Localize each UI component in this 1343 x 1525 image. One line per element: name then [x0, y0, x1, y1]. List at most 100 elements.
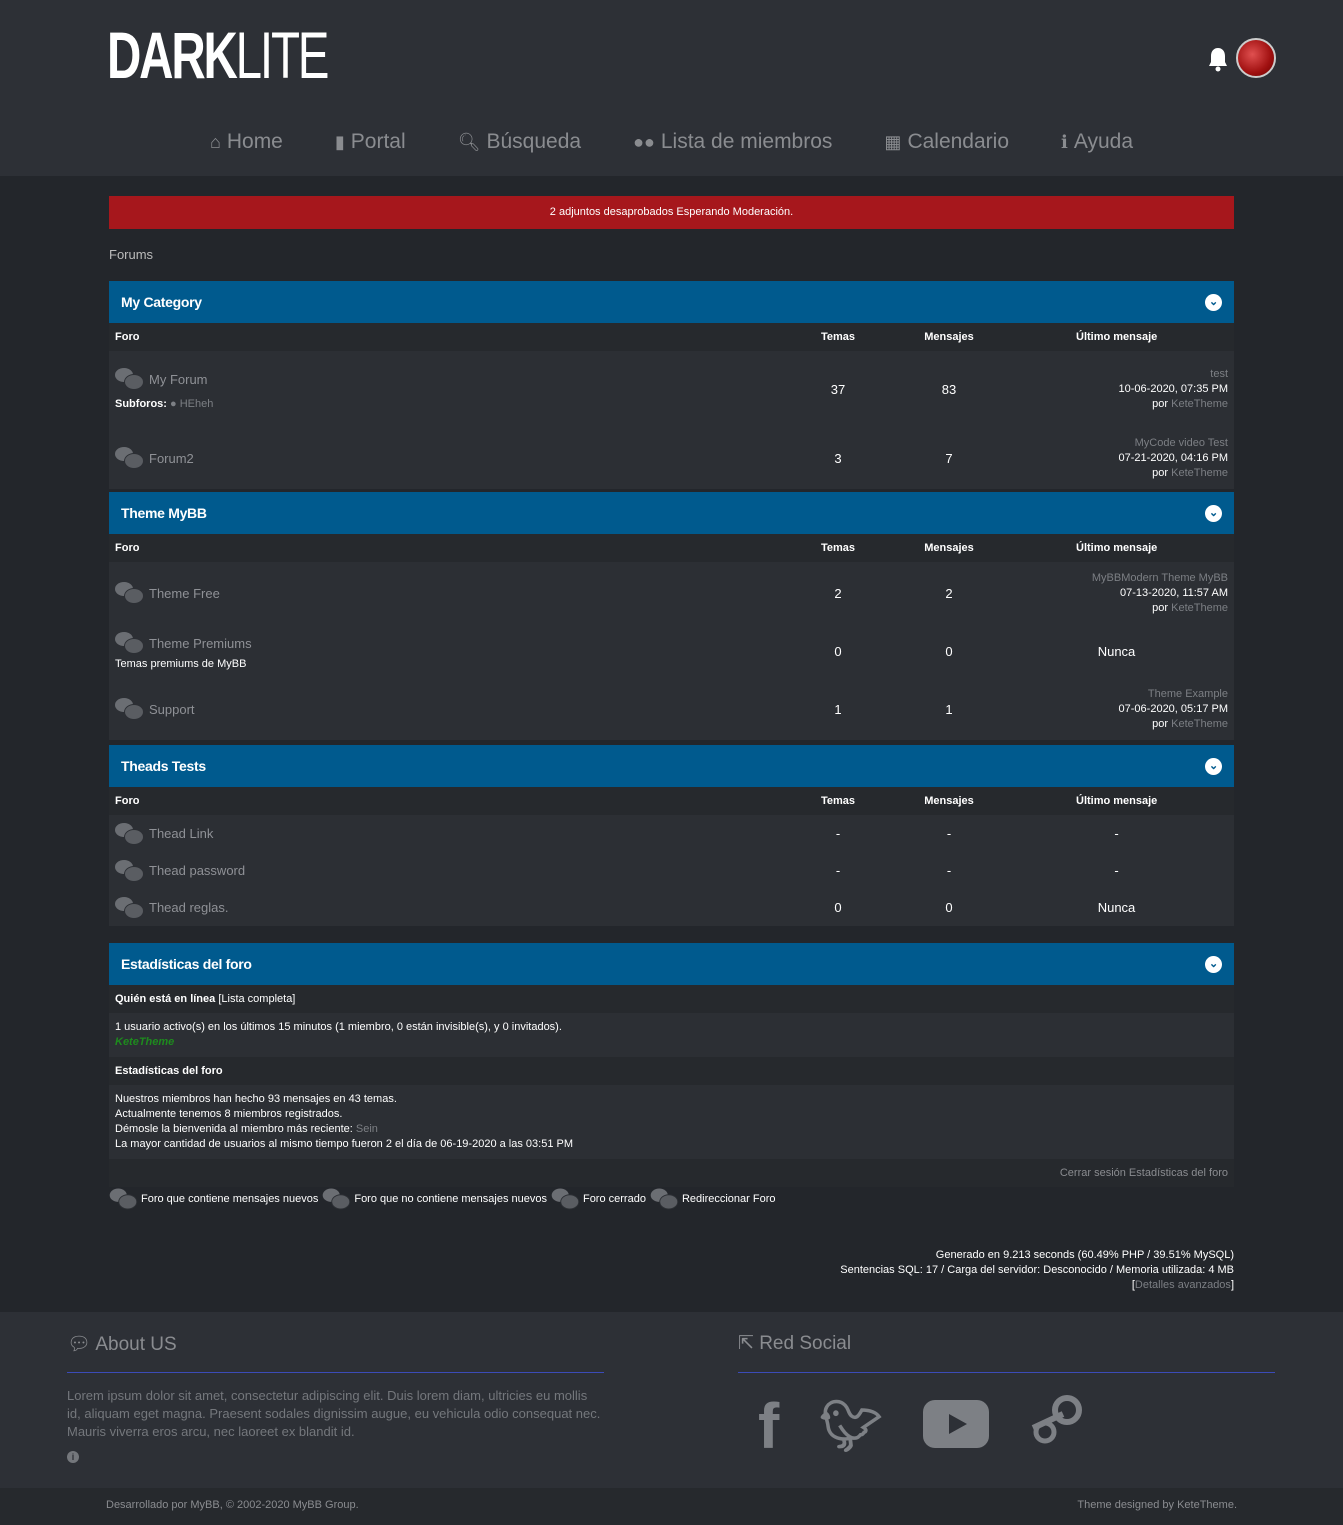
subforums: Subforos: ● HEheh — [115, 398, 783, 410]
theme-credit[interactable]: Theme designed by KeteTheme. — [1077, 1499, 1237, 1511]
last-post-date: 07-21-2020, 04:16 PM — [1118, 451, 1228, 464]
forum-description: Temas premiums de MyBB — [115, 658, 247, 670]
collapse-icon[interactable]: ⌄ — [1205, 758, 1222, 775]
forum-title: Thead reglas. — [115, 896, 783, 919]
debug-line: Generado en 9.213 seconds (60.49% PHP / … — [935, 1249, 1234, 1261]
online-user[interactable]: KeteTheme — [115, 1035, 1228, 1050]
last-post-none: Nunca — [1097, 643, 1136, 659]
category-title[interactable]: Theads Tests — [121, 758, 206, 774]
forum-row: Support 1 1 Theme Example 07-06-2020, 05:17 … — [109, 678, 1234, 740]
social-section: ⇱ Red Social f 🐦︎ — [738, 1332, 1275, 1461]
legend-label: Foro que contiene mensajes nuevos — [141, 1193, 319, 1205]
by-label: por — [1152, 466, 1169, 479]
forum-name[interactable]: Thead Link — [149, 826, 213, 841]
facebook-icon[interactable]: f — [758, 1391, 779, 1461]
main-nav: ⌂ Home ▮ Portal 🔍︎ Búsqueda ●● Lista de miem… — [0, 130, 1343, 154]
newest-member-link[interactable]: Sein — [356, 1123, 378, 1135]
online-list-link[interactable]: [Lista completa] — [218, 993, 295, 1005]
info-icon[interactable]: i — [67, 1451, 79, 1463]
category-title[interactable]: My Category — [121, 294, 202, 310]
forum-name[interactable]: Support — [149, 702, 195, 717]
collapse-icon[interactable]: ⌄ — [1205, 956, 1222, 973]
subforum-link[interactable]: ● HEheh — [170, 398, 213, 410]
alert-text: 2 adjuntos desaprobados — [549, 206, 677, 218]
forum-title: Forum2 — [115, 447, 783, 469]
last-post-date: 10-06-2020, 07:35 PM — [1118, 382, 1228, 395]
logo[interactable]: DARKLITE — [107, 22, 330, 88]
youtube-icon[interactable] — [922, 1391, 989, 1461]
legend-label: Redireccionar Foro — [681, 1193, 776, 1205]
twitter-icon[interactable]: 🐦︎ — [819, 1391, 882, 1461]
collapse-icon[interactable]: ⌄ — [1205, 294, 1222, 311]
forum-topics: 3 — [834, 450, 842, 466]
advanced-details-link[interactable]: Detalles avanzados — [1135, 1279, 1231, 1291]
mybb-credit[interactable]: Desarrollado por MyBB, © 2002-2020 MyBB … — [106, 1499, 359, 1511]
bell-icon[interactable] — [1207, 46, 1229, 72]
forum-posts: - — [946, 863, 952, 878]
nav-portal[interactable]: ▮ Portal — [335, 130, 406, 154]
comment-icon: 💬︎ — [67, 1334, 92, 1355]
forum-name[interactable]: Thead reglas. — [149, 900, 229, 915]
by-label: por — [1152, 397, 1169, 410]
forum-name[interactable]: Theme Free — [149, 586, 220, 601]
moderation-alert[interactable]: 2 adjuntos desaprobados Esperando Modera… — [109, 196, 1234, 229]
forum-posts: 7 — [945, 450, 953, 466]
forum-name[interactable]: Thead password — [149, 863, 245, 878]
new-posts-icon — [109, 1188, 138, 1210]
category-section: My Category ⌄ Foro Temas Mensajes Último men… — [109, 281, 1234, 489]
credits-bar: Desarrollado por MyBB, © 2002-2020 MyBB … — [0, 1488, 1343, 1525]
category-title: Estadísticas del foro — [121, 956, 252, 972]
category-title[interactable]: Theme MyBB — [121, 505, 207, 521]
last-post-date: 07-13-2020, 11:57 AM — [1119, 586, 1228, 599]
nav-help[interactable]: ℹ Ayuda — [1061, 130, 1133, 154]
forum-topics: 37 — [830, 381, 846, 397]
nav-label: Ayuda — [1073, 130, 1134, 153]
about-text: Lorem ipsum dolor sit amet, consectetur … — [67, 1388, 601, 1439]
last-post-user[interactable]: KeteTheme — [1171, 398, 1228, 410]
last-post-title[interactable]: MyBBModern Theme MyBB — [1005, 571, 1228, 586]
search-icon: 🔍︎ — [457, 131, 481, 152]
col-last: Último mensaje — [1076, 331, 1158, 343]
nav-home[interactable]: ⌂ Home — [210, 130, 283, 154]
forum-posts: 1 — [945, 701, 953, 717]
category-section: Theme MyBB ⌄ Foro Temas Mensajes Último mens… — [109, 492, 1234, 740]
last-post: test 10-06-2020, 07:35 PM por KeteTheme — [1005, 367, 1234, 412]
steam-icon[interactable] — [1029, 1391, 1085, 1461]
category-header: Estadísticas del foro ⌄ — [109, 943, 1234, 985]
last-post-title[interactable]: test — [1005, 367, 1228, 382]
about-title: 💬︎ About US — [67, 1332, 604, 1373]
stats-line: Démosle la bienvenida al miembro más rec… — [115, 1122, 1228, 1137]
legend-label: Foro que no contiene mensajes nuevos — [354, 1193, 547, 1205]
last-post-title[interactable]: MyCode video Test — [1005, 436, 1228, 451]
col-topics: Temas — [820, 795, 856, 807]
col-last: Último mensaje — [1076, 542, 1158, 554]
category-header: My Category ⌄ — [109, 281, 1234, 323]
legend-label: Foro cerrado — [582, 1193, 646, 1205]
forum-row: Thead reglas. 0 0 Nunca — [109, 889, 1234, 926]
forum-topics: - — [835, 863, 841, 878]
collapse-icon[interactable]: ⌄ — [1205, 505, 1222, 522]
nav-calendar[interactable]: ▦ Calendario — [884, 130, 1009, 154]
forum-posts: - — [946, 826, 952, 841]
breadcrumb[interactable]: Forums — [109, 247, 153, 262]
forum-status-icon — [115, 822, 144, 845]
last-post-user[interactable]: KeteTheme — [1171, 718, 1228, 730]
last-post-user[interactable]: KeteTheme — [1171, 602, 1228, 614]
last-post-user[interactable]: KeteTheme — [1171, 467, 1228, 479]
nav-label: Portal — [350, 130, 406, 153]
nav-members[interactable]: ●● Lista de miembros — [633, 130, 832, 154]
forum-name[interactable]: My Forum — [149, 372, 208, 387]
forum-name[interactable]: Theme Premiums — [149, 636, 252, 651]
nav-search[interactable]: 🔍︎ Búsqueda — [458, 130, 581, 154]
social-title-text: Red Social — [759, 1333, 852, 1354]
last-post-title[interactable]: Theme Example — [1005, 687, 1228, 702]
no-new-posts-icon — [323, 1188, 351, 1210]
nav-label: Búsqueda — [486, 130, 582, 153]
info-icon: ℹ — [1061, 131, 1068, 152]
last-post: MyBBModern Theme MyBB 07-13-2020, 11:57 A… — [1005, 571, 1234, 616]
avatar[interactable] — [1236, 38, 1276, 78]
forum-name[interactable]: Forum2 — [149, 451, 194, 466]
alert-link[interactable]: Esperando Moderación. — [676, 206, 793, 218]
col-topics: Temas — [820, 542, 856, 554]
stats-logout-link[interactable]: Cerrar sesión Estadísticas del foro — [1060, 1167, 1228, 1179]
